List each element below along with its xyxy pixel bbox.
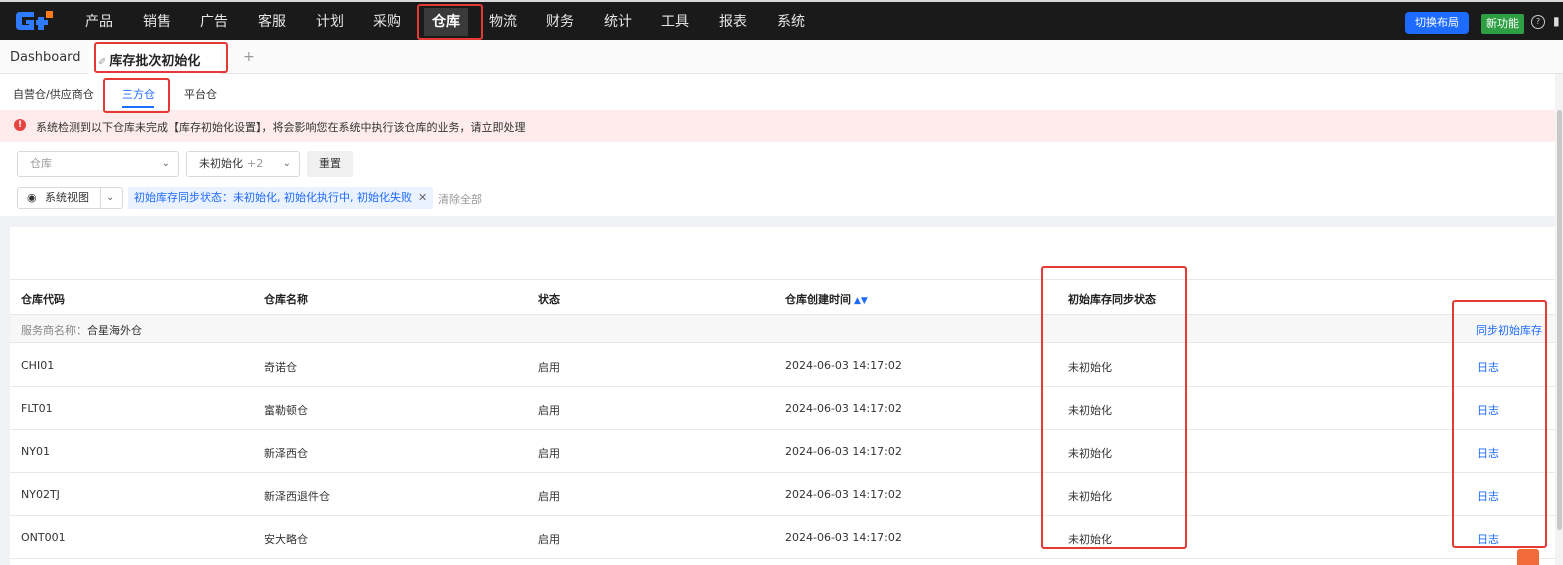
- floating-widget-icon[interactable]: [1517, 549, 1539, 565]
- warehouse-select[interactable]: 仓库 ⌄: [17, 151, 179, 177]
- app-logo-icon[interactable]: [14, 8, 58, 34]
- log-link[interactable]: 日志: [1477, 402, 1499, 418]
- more-icon[interactable]: ▮: [1553, 14, 1560, 28]
- clear-all-link[interactable]: 清除全部: [438, 191, 482, 207]
- sort-icon[interactable]: ▲▼: [854, 296, 868, 306]
- log-link[interactable]: 日志: [1477, 488, 1499, 504]
- cell-code: CHI01: [21, 359, 55, 372]
- help-icon[interactable]: ?: [1531, 15, 1545, 29]
- cell-status: 启用: [538, 447, 560, 460]
- cell-name: 富勒顿仓: [264, 404, 308, 417]
- alert-message: 系统检测到以下仓库未完成【库存初始化设置】，将会影响您在系统中执行该仓库的业务，…: [36, 121, 526, 134]
- nav-item-plan[interactable]: 计划: [316, 13, 344, 31]
- close-icon[interactable]: ✕: [418, 191, 427, 204]
- cell-name: 奇诺仓: [264, 361, 297, 374]
- new-feature-button[interactable]: 新功能: [1481, 14, 1524, 34]
- table-header: 仓库代码 仓库名称 状态 仓库创建时间 ▲▼ 初始库存同步状态: [10, 279, 1563, 315]
- tab-inventory-batch-init-label: 库存批次初始化: [109, 54, 201, 69]
- nav-item-logistics[interactable]: 物流: [489, 13, 517, 31]
- cell-code: ONT001: [21, 531, 66, 544]
- cell-status: 启用: [538, 404, 560, 417]
- cell-name: 新泽西退件仓: [264, 490, 330, 503]
- system-view-button[interactable]: ◉ 系统视图 ⌄: [17, 187, 123, 209]
- error-icon: !: [14, 119, 26, 131]
- tab-self-supplier-warehouse[interactable]: 自营仓/供应商仓: [13, 86, 94, 102]
- filter-bar: 仓库 ⌄ 未初始化 +2 ⌄ 重置 ◉ 系统视图 ⌄ 初始库存同步状态：未初始化,…: [0, 142, 1563, 216]
- col-warehouse-code: 仓库代码: [21, 293, 65, 306]
- eye-icon: ◉: [27, 191, 37, 204]
- cell-status: 启用: [538, 361, 560, 374]
- log-link[interactable]: 日志: [1477, 359, 1499, 375]
- add-tab-icon[interactable]: +: [243, 49, 255, 65]
- nav-item-system[interactable]: 系统: [777, 13, 805, 31]
- nav-item-products[interactable]: 产品: [85, 13, 113, 31]
- cell-sync-status: 未初始化: [1068, 447, 1112, 460]
- cell-created: 2024-06-03 14:17:02: [785, 402, 902, 415]
- cell-created: 2024-06-03 14:17:02: [785, 359, 902, 372]
- cell-sync-status: 未初始化: [1068, 490, 1112, 503]
- col-created-time[interactable]: 仓库创建时间 ▲▼: [785, 291, 868, 307]
- log-link[interactable]: 日志: [1477, 531, 1499, 547]
- nav-item-warehouse[interactable]: 仓库: [424, 8, 468, 36]
- nav-item-service[interactable]: 客服: [258, 13, 286, 31]
- nav-item-stats[interactable]: 统计: [604, 13, 632, 31]
- table-row: NY02TJ 新泽西退件仓 启用 2024-06-03 14:17:02 未初始…: [10, 473, 1563, 516]
- cell-sync-status: 未初始化: [1068, 404, 1112, 417]
- cell-status: 启用: [538, 533, 560, 546]
- table-row: FLT01 富勒顿仓 启用 2024-06-03 14:17:02 未初始化 日…: [10, 387, 1563, 430]
- nav-item-sales[interactable]: 销售: [143, 13, 171, 31]
- tab-inventory-batch-init[interactable]: ✐ 库存批次初始化: [88, 42, 220, 74]
- init-status-select[interactable]: 未初始化 +2 ⌄: [186, 151, 300, 177]
- nav-item-finance[interactable]: 财务: [546, 13, 574, 31]
- cell-created: 2024-06-03 14:17:02: [785, 488, 902, 501]
- table-row: NY01 新泽西仓 启用 2024-06-03 14:17:02 未初始化 日志: [10, 430, 1563, 473]
- page-tab-strip: Dashboard ✐ 库存批次初始化 +: [0, 40, 1563, 74]
- tab-platform-warehouse[interactable]: 平台仓: [184, 86, 217, 102]
- nav-item-purchase[interactable]: 采购: [373, 13, 401, 31]
- pin-icon[interactable]: ✐: [98, 57, 106, 68]
- col-warehouse-name: 仓库名称: [264, 293, 308, 306]
- chevron-down-icon: ⌄: [161, 158, 170, 169]
- chevron-down-icon: ⌄: [282, 158, 291, 169]
- cell-code: FLT01: [21, 402, 53, 415]
- provider-name: 服务商名称：合星海外仓: [21, 324, 142, 337]
- provider-group-row: 服务商名称：合星海外仓 同步初始库存: [10, 315, 1563, 343]
- cell-code: NY02TJ: [21, 488, 60, 501]
- scrollbar-thumb[interactable]: [1557, 110, 1562, 530]
- reset-button[interactable]: 重置: [307, 151, 353, 177]
- col-init-sync-status: 初始库存同步状态: [1068, 293, 1156, 306]
- table-row: CHI01 奇诺仓 启用 2024-06-03 14:17:02 未初始化 日志: [10, 344, 1563, 387]
- warehouse-type-tabs: 自营仓/供应商仓 三方仓 平台仓: [0, 74, 1563, 110]
- cell-sync-status: 未初始化: [1068, 361, 1112, 374]
- top-nav-bar: 产品 销售 广告 客服 计划 采购 仓库 物流 财务 统计 工具 报表 系统 切…: [0, 0, 1563, 40]
- col-created-time-label: 仓库创建时间: [785, 293, 851, 306]
- init-status-value: 未初始化: [199, 157, 243, 170]
- cell-name: 安大略仓: [264, 533, 308, 546]
- warehouse-select-placeholder: 仓库: [30, 157, 52, 170]
- active-filter-text: 初始库存同步状态：未初始化, 初始化执行中, 初始化失败: [134, 191, 412, 204]
- active-tab-indicator: [122, 106, 154, 108]
- tab-dashboard[interactable]: Dashboard: [10, 50, 81, 65]
- tab-third-party-warehouse[interactable]: 三方仓: [122, 86, 155, 102]
- switch-layout-button[interactable]: 切换布局: [1405, 12, 1469, 34]
- sync-initial-inventory-link[interactable]: 同步初始库存: [1476, 322, 1542, 338]
- cell-status: 启用: [538, 490, 560, 503]
- col-status: 状态: [538, 293, 560, 306]
- nav-item-ads[interactable]: 广告: [200, 13, 228, 31]
- init-status-more-count: +2: [247, 157, 264, 170]
- cell-name: 新泽西仓: [264, 447, 308, 460]
- cell-created: 2024-06-03 14:17:02: [785, 445, 902, 458]
- init-warning-alert: ! 系统检测到以下仓库未完成【库存初始化设置】，将会影响您在系统中执行该仓库的业…: [0, 110, 1563, 142]
- active-filter-tag: 初始库存同步状态：未初始化, 初始化执行中, 初始化失败 ✕: [128, 187, 434, 209]
- table-row: ONT001 安大略仓 启用 2024-06-03 14:17:02 未初始化 …: [10, 516, 1563, 559]
- chevron-down-icon[interactable]: ⌄: [106, 188, 114, 208]
- cell-code: NY01: [21, 445, 50, 458]
- cell-sync-status: 未初始化: [1068, 533, 1112, 546]
- nav-item-tools[interactable]: 工具: [661, 13, 689, 31]
- warehouse-table-panel: 仓库代码 仓库名称 状态 仓库创建时间 ▲▼ 初始库存同步状态 服务商名称：合星海…: [10, 227, 1563, 565]
- system-view-label: 系统视图: [45, 191, 89, 204]
- cell-created: 2024-06-03 14:17:02: [785, 531, 902, 544]
- nav-item-reports[interactable]: 报表: [719, 13, 747, 31]
- log-link[interactable]: 日志: [1477, 445, 1499, 461]
